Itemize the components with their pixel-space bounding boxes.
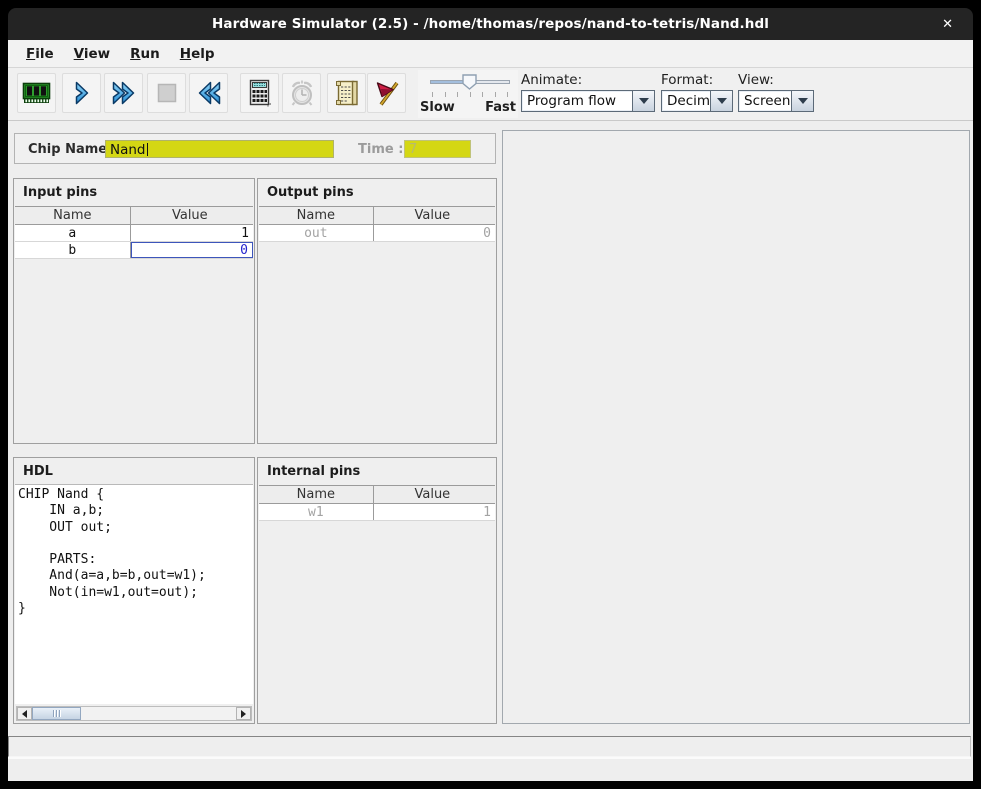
- output-pins-table: Name Value out 0: [259, 206, 495, 242]
- format-label: Format:: [661, 72, 733, 88]
- hdl-viewport: CHIP Nand { IN a,b; OUT out; PARTS: And(…: [15, 484, 253, 704]
- status-message-bar: [8, 736, 971, 757]
- toolbar: Slow Fast Animate: Program flow Format: …: [8, 68, 973, 121]
- chevron-down-icon[interactable]: [710, 91, 732, 111]
- time-label: Time :: [358, 142, 403, 157]
- reset-button[interactable]: [189, 73, 228, 113]
- content-area: Chip Name : Nand Time : 7 Input pins Nam…: [8, 121, 973, 781]
- evaluate-button[interactable]: [240, 73, 279, 113]
- table-row: a 1: [15, 225, 253, 242]
- output-pins-title: Output pins: [258, 179, 496, 204]
- chip-bar: Chip Name : Nand Time : 7: [14, 133, 496, 164]
- menu-help[interactable]: Help: [170, 42, 225, 66]
- close-button[interactable]: ✕: [936, 8, 959, 40]
- input-pins-title: Input pins: [14, 179, 254, 204]
- input-pins-table: Name Value a 1 b 0: [15, 206, 253, 259]
- menu-file[interactable]: File: [16, 42, 64, 66]
- chevron-down-icon[interactable]: [791, 91, 813, 111]
- view-select[interactable]: Screen: [738, 90, 814, 112]
- table-row: out 0: [259, 225, 495, 242]
- pin-name: w1: [259, 504, 374, 520]
- output-pins-panel: Output pins Name Value out 0: [257, 178, 497, 444]
- menu-run[interactable]: Run: [120, 42, 170, 66]
- view-group: View: Screen: [738, 72, 814, 112]
- scrollbar-thumb[interactable]: [32, 707, 81, 720]
- animate-label: Animate:: [521, 72, 655, 88]
- rewind-icon: [195, 80, 223, 106]
- pin-name: b: [15, 242, 131, 258]
- format-select[interactable]: Decimal: [661, 90, 733, 112]
- triangle-left-icon: [22, 710, 27, 718]
- window-title: Hardware Simulator (2.5) - /home/thomas/…: [212, 16, 769, 32]
- view-hdl-button[interactable]: [327, 73, 366, 113]
- chip-name-input[interactable]: Nand: [105, 140, 334, 158]
- titlebar: Hardware Simulator (2.5) - /home/thomas/…: [8, 8, 973, 40]
- input-pins-panel: Input pins Name Value a 1 b 0: [13, 178, 255, 444]
- animate-group: Animate: Program flow: [521, 72, 655, 112]
- pin-name: a: [15, 225, 131, 241]
- format-group: Format: Decimal: [661, 72, 733, 112]
- chip-icon: [22, 80, 52, 106]
- column-header-name: Name: [259, 486, 374, 503]
- column-header-value: Value: [374, 486, 495, 503]
- menubar: File View Run Help: [8, 40, 973, 68]
- speed-slider-group: Slow Fast: [418, 70, 518, 118]
- load-chip-button[interactable]: [17, 73, 56, 113]
- chip-name-label: Chip Name :: [28, 142, 117, 157]
- stop-button: [147, 73, 186, 113]
- time-input: 7: [404, 140, 471, 158]
- text-caret: [147, 143, 148, 156]
- stop-icon: [155, 81, 179, 105]
- internal-pins-title: Internal pins: [258, 458, 496, 483]
- pin-value[interactable]: 1: [131, 225, 253, 241]
- table-row: w1 1: [259, 504, 495, 521]
- internal-pins-table: Name Value w1 1: [259, 485, 495, 521]
- internal-pins-panel: Internal pins Name Value w1 1: [257, 457, 497, 724]
- step-forward-icon: [73, 80, 91, 106]
- view-label: View:: [738, 72, 814, 88]
- script-icon: [334, 79, 360, 107]
- pin-value: 1: [374, 504, 495, 520]
- column-header-value: Value: [374, 207, 495, 224]
- column-header-value: Value: [131, 207, 253, 224]
- hdl-panel: HDL CHIP Nand { IN a,b; OUT out; PARTS: …: [13, 457, 255, 724]
- chip-view-panel: [502, 130, 970, 724]
- slow-label: Slow: [420, 100, 455, 115]
- pin-value: 0: [374, 225, 495, 241]
- column-header-name: Name: [259, 207, 374, 224]
- chevron-down-icon[interactable]: [632, 91, 654, 111]
- clock-icon: [288, 79, 316, 107]
- column-header-name: Name: [15, 207, 131, 224]
- fast-label: Fast: [485, 100, 516, 115]
- triangle-right-icon: [241, 710, 246, 718]
- pin-value-selected[interactable]: 0: [131, 242, 253, 258]
- flag-button[interactable]: [367, 73, 406, 113]
- speed-slider-fill: [431, 81, 464, 83]
- scroll-right-button[interactable]: [236, 707, 251, 720]
- run-button[interactable]: [104, 73, 143, 113]
- pin-name: out: [259, 225, 374, 241]
- flag-icon: [374, 80, 400, 106]
- menu-view[interactable]: View: [64, 42, 120, 66]
- hdl-code: CHIP Nand { IN a,b; OUT out; PARTS: And(…: [15, 485, 253, 617]
- animate-select[interactable]: Program flow: [521, 90, 655, 112]
- speed-slider-thumb[interactable]: [462, 74, 477, 94]
- single-step-button[interactable]: [62, 73, 101, 113]
- fast-forward-icon: [110, 80, 138, 106]
- calculator-icon: [248, 79, 272, 107]
- hdl-horizontal-scrollbar[interactable]: [16, 706, 252, 721]
- scroll-left-button[interactable]: [17, 707, 32, 720]
- table-row: b 0: [15, 242, 253, 259]
- clock-button: [282, 73, 321, 113]
- hdl-title: HDL: [14, 458, 254, 483]
- speed-slider-ticks: [432, 92, 508, 97]
